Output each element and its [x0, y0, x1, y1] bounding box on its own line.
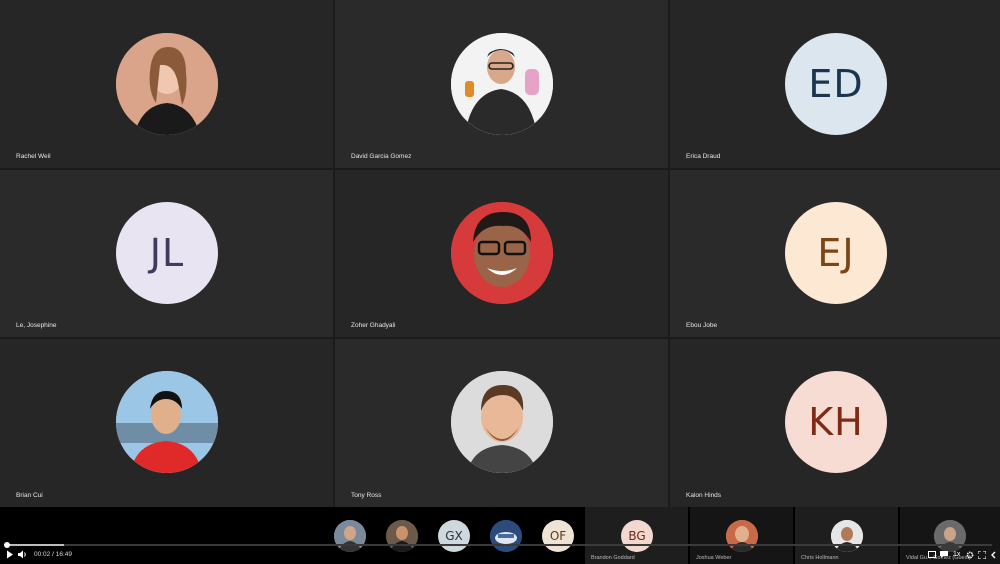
- avatar: [451, 202, 553, 304]
- strip-avatar[interactable]: [334, 520, 366, 552]
- participant-name: Brian Cui: [16, 492, 43, 499]
- playback-speed[interactable]: 1x: [953, 551, 960, 559]
- participant-name: Joshua Weber: [696, 555, 732, 561]
- avatar: KH: [785, 371, 887, 473]
- avatar: [451, 371, 553, 473]
- participant-tile[interactable]: Tony Ross: [335, 339, 668, 507]
- panel-avatar: [726, 520, 758, 552]
- participant-tile[interactable]: Rachel Weil: [0, 0, 333, 168]
- participant-name: Zoher Ghadyali: [351, 322, 396, 329]
- chat-icon[interactable]: [940, 551, 948, 561]
- fullscreen-icon[interactable]: [977, 550, 987, 562]
- participant-panel[interactable]: BG Brandon Goddard: [585, 507, 688, 564]
- participant-tile[interactable]: EJ Ebou Jobe: [670, 170, 1000, 337]
- play-icon[interactable]: [6, 550, 14, 562]
- time-display: 00:02 / 16:49: [34, 551, 72, 558]
- bottom-bar: GX OF BG Brandon Goddard Joshua Weber Ch…: [0, 507, 1000, 564]
- participant-tile[interactable]: David Garcia Gomez: [335, 0, 668, 168]
- participant-name: Tony Ross: [351, 492, 382, 499]
- participant-tile[interactable]: KH Kalon Hinds: [670, 339, 1000, 507]
- avatar-initials: ED: [808, 62, 864, 106]
- participant-tile[interactable]: Zoher Ghadyali: [335, 170, 668, 337]
- participant-name: Ebou Jobe: [686, 322, 718, 329]
- participant-tile[interactable]: ED Erica Draud: [670, 0, 1000, 168]
- time-separator: /: [52, 551, 54, 558]
- participant-name: David Garcia Gomez: [351, 153, 412, 160]
- panel-avatar: [934, 520, 966, 552]
- avatar-initials: OF: [549, 529, 567, 543]
- avatar-initials: GX: [445, 529, 463, 543]
- avatar: JL: [116, 202, 218, 304]
- settings-icon[interactable]: [966, 551, 974, 562]
- participant-panel[interactable]: Joshua Weber: [690, 507, 793, 564]
- avatar-initials: BG: [628, 529, 646, 543]
- participant-name: Chris Hollmann: [801, 555, 839, 561]
- participant-name: Erica Draud: [686, 153, 721, 160]
- avatar: [116, 371, 218, 473]
- panel-avatar: BG: [621, 520, 653, 552]
- seek-buffered: [4, 544, 64, 546]
- current-time: 00:02: [34, 551, 51, 558]
- panel-avatar: [831, 520, 863, 552]
- avatar-initials: EJ: [817, 231, 855, 275]
- avatar: ED: [785, 33, 887, 135]
- video-grid: Rachel Weil David Garcia Gomez ED Erica …: [0, 0, 1000, 507]
- avatar: EJ: [785, 202, 887, 304]
- volume-icon[interactable]: [18, 550, 28, 562]
- exit-icon[interactable]: [990, 551, 998, 562]
- strip-avatar[interactable]: [386, 520, 418, 552]
- avatar-initials: JL: [149, 231, 185, 275]
- participant-tile[interactable]: Brian Cui: [0, 339, 333, 507]
- duration: 16:49: [55, 551, 72, 558]
- participant-name: Rachel Weil: [16, 153, 51, 160]
- participant-tile[interactable]: JL Le, Josephine: [0, 170, 333, 337]
- avatar: [116, 33, 218, 135]
- participant-name: Kalon Hinds: [686, 492, 722, 499]
- participant-name: Vidal Gu... Gomez (Guest): [906, 555, 971, 561]
- seek-bar[interactable]: [4, 542, 992, 548]
- avatar-initials: KH: [808, 400, 864, 444]
- participant-name: Brandon Goddard: [591, 555, 635, 561]
- captions-icon[interactable]: [928, 551, 936, 561]
- participant-panel[interactable]: Chris Hollmann: [795, 507, 898, 564]
- strip-avatar[interactable]: OF: [542, 520, 574, 552]
- strip-avatar[interactable]: [490, 520, 522, 552]
- avatar: [451, 33, 553, 135]
- seek-handle[interactable]: [4, 542, 10, 548]
- strip-avatar[interactable]: GX: [438, 520, 470, 552]
- participant-name: Le, Josephine: [16, 322, 57, 329]
